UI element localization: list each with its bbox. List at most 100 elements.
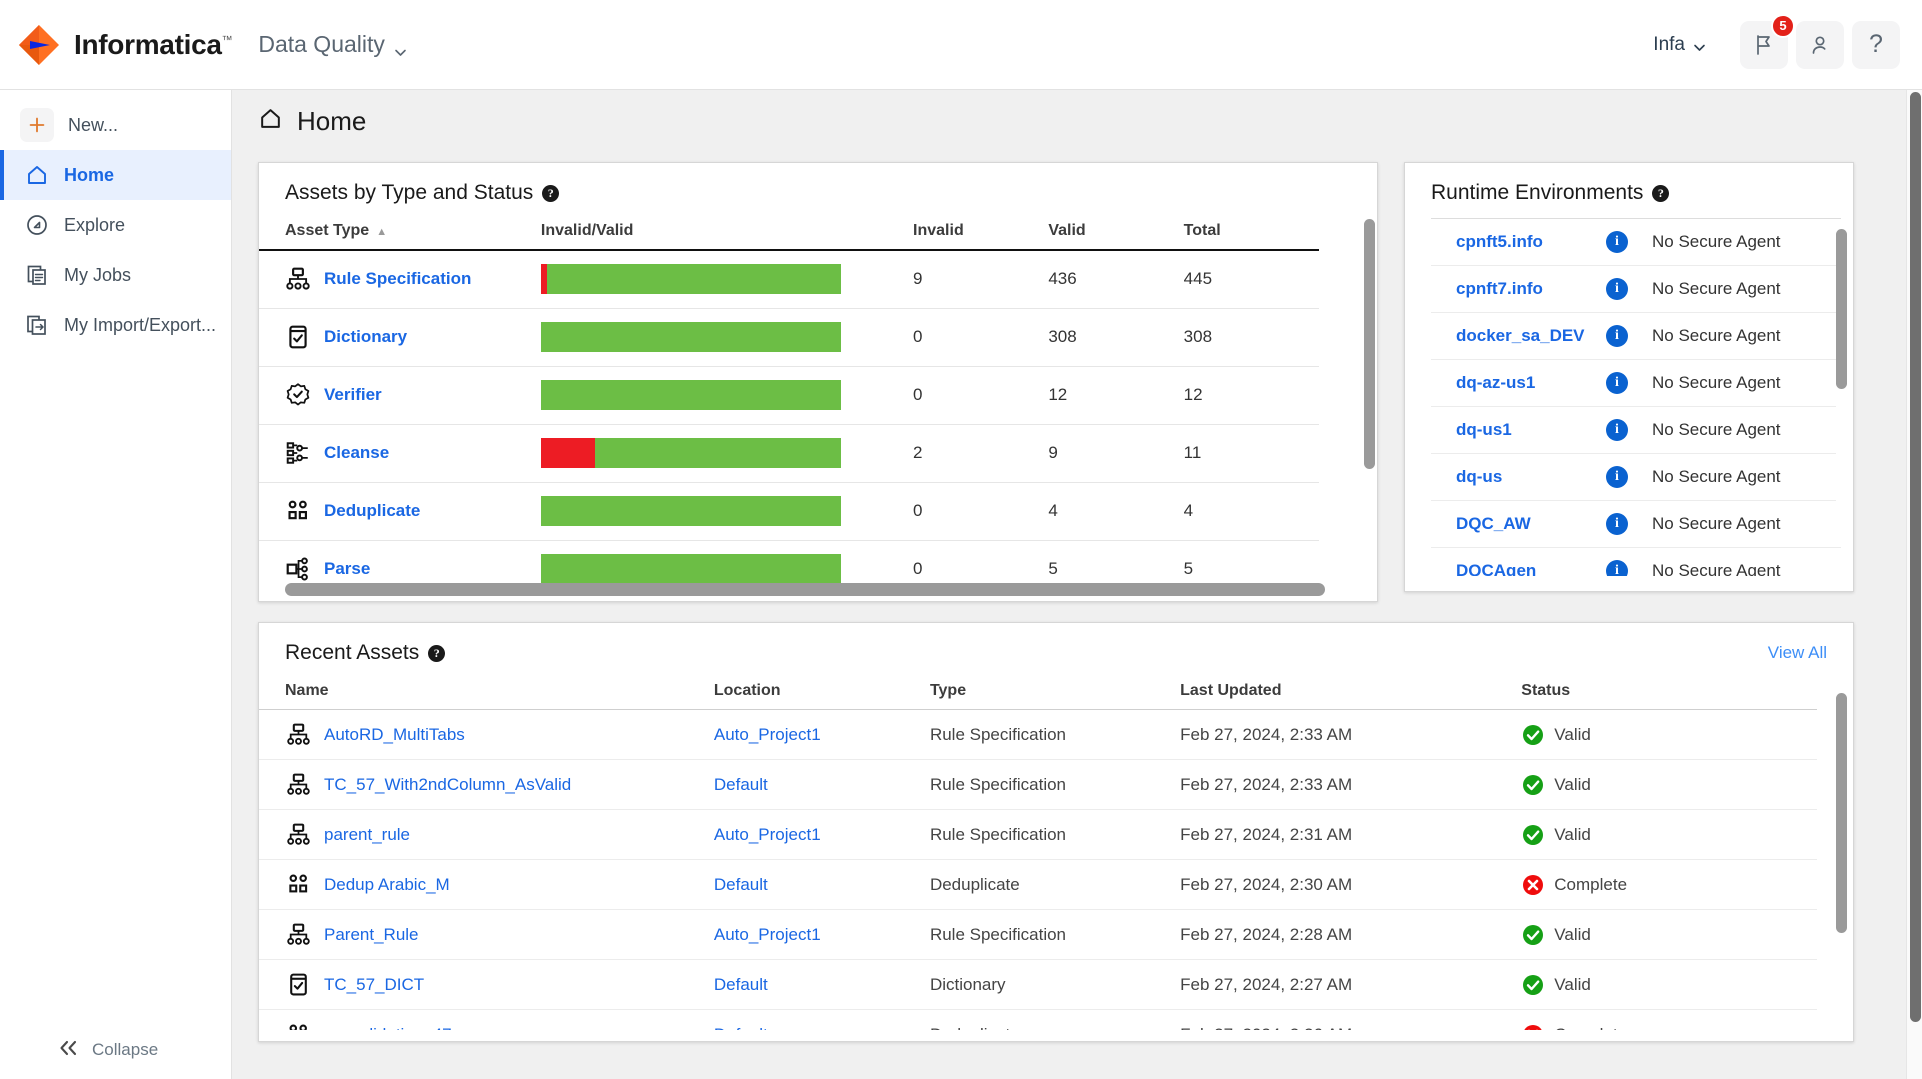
info-icon[interactable]: i xyxy=(1606,466,1628,488)
asset-name-cell: TC_57_With2ndColumn_AsValid xyxy=(259,759,714,810)
sidebar-collapse-label: Collapse xyxy=(92,1040,159,1059)
asset-location-link[interactable]: Default xyxy=(714,1025,768,1031)
asset-name-link[interactable]: AutoRD_MultiTabs xyxy=(324,725,465,745)
asset-location-link[interactable]: Auto_Project1 xyxy=(714,825,821,844)
column-header-type[interactable]: Type xyxy=(929,678,1181,710)
assets-vertical-scrollbar[interactable] xyxy=(1364,219,1375,535)
list-item[interactable]: cpnft7.info i No Secure Agent xyxy=(1431,266,1841,313)
bar-segment-valid xyxy=(595,438,841,468)
recent-vertical-scrollbar[interactable] xyxy=(1836,693,1847,993)
list-item[interactable]: docker_sa_DEV i No Secure Agent xyxy=(1431,313,1841,360)
info-icon[interactable]: i xyxy=(1606,372,1628,394)
runtime-environment-link[interactable]: DQC_AW xyxy=(1431,514,1606,534)
asset-location-link[interactable]: Default xyxy=(714,975,768,994)
help-icon[interactable]: ? xyxy=(542,184,560,202)
runtime-environment-link[interactable]: cpnft7.info xyxy=(1431,279,1606,299)
help-icon[interactable]: ? xyxy=(428,644,446,662)
table-row[interactable]: Dictionary 0 308 308 xyxy=(259,308,1319,367)
info-icon[interactable]: i xyxy=(1606,513,1628,535)
sidebar-collapse-button[interactable]: Collapse xyxy=(0,1021,231,1079)
runtime-environment-link[interactable]: cpnft5.info xyxy=(1431,232,1606,252)
service-selector[interactable]: Data Quality xyxy=(258,31,407,58)
list-item[interactable]: DQC_AW i No Secure Agent xyxy=(1431,501,1841,548)
sidebar-item-my-jobs[interactable]: My Jobs xyxy=(0,250,231,300)
runtime-vertical-scrollbar[interactable] xyxy=(1836,229,1847,529)
brand-area: Informatica™ Data Quality xyxy=(18,24,407,66)
page-scrollbar-thumb[interactable] xyxy=(1910,92,1921,1022)
list-item[interactable]: dq-az-us1 i No Secure Agent xyxy=(1431,360,1841,407)
org-selector[interactable]: Infa xyxy=(1653,34,1706,56)
runtime-environment-link[interactable]: dq-us1 xyxy=(1431,420,1606,440)
table-row[interactable]: Cleanse 2 9 11 xyxy=(259,424,1319,483)
asset-name-link[interactable]: TC_57_DICT xyxy=(324,975,424,995)
table-row[interactable]: TC_57_With2ndColumn_AsValid Default Rule S… xyxy=(259,759,1817,810)
asset-name-link[interactable]: consolidation_47 xyxy=(324,1025,452,1031)
column-header-invalid[interactable]: Invalid xyxy=(913,218,1049,251)
rule-specification-icon xyxy=(285,772,311,798)
column-header-name[interactable]: Name xyxy=(259,678,714,710)
runtime-environment-link[interactable]: docker_sa_DEV xyxy=(1431,326,1606,346)
table-row[interactable]: Verifier 0 12 12 xyxy=(259,366,1319,425)
column-header-status[interactable]: Status xyxy=(1521,678,1817,710)
page-vertical-scrollbar[interactable] xyxy=(1906,90,1922,1079)
asset-name-link[interactable]: Parent_Rule xyxy=(324,925,419,945)
assets-horizontal-scrollbar[interactable] xyxy=(285,583,1363,596)
sidebar-item-new[interactable]: New... xyxy=(0,100,231,150)
view-all-link[interactable]: View All xyxy=(1768,643,1827,663)
asset-type-link[interactable]: Dictionary xyxy=(324,327,407,347)
table-row[interactable]: consolidation_47 Default DeduplicateFeb 27… xyxy=(259,1009,1817,1031)
column-header-asset-type[interactable]: Asset Type ▲ xyxy=(259,218,541,251)
dictionary-icon xyxy=(285,972,311,998)
user-account-button[interactable] xyxy=(1796,20,1844,69)
dictionary-icon xyxy=(285,324,311,350)
asset-name-link[interactable]: parent_rule xyxy=(324,825,410,845)
info-icon[interactable]: i xyxy=(1606,419,1628,441)
sidebar-item-home[interactable]: Home xyxy=(0,150,231,200)
asset-name-link[interactable]: Dedup Arabic_M xyxy=(324,875,450,895)
notifications-button[interactable]: 5 xyxy=(1740,13,1795,69)
help-icon[interactable]: ? xyxy=(1652,184,1670,202)
asset-type-link[interactable]: Rule Specification xyxy=(324,269,471,289)
asset-type-link[interactable]: Deduplicate xyxy=(324,501,420,521)
table-row[interactable]: Rule Specification 9 436 445 xyxy=(259,250,1319,309)
column-header-last-updated[interactable]: Last Updated xyxy=(1180,678,1522,710)
asset-location-link[interactable]: Auto_Project1 xyxy=(714,925,821,944)
asset-location-link[interactable]: Default xyxy=(714,875,768,894)
list-item[interactable]: dq-us1 i No Secure Agent xyxy=(1431,407,1841,454)
runtime-environment-link[interactable]: dq-az-us1 xyxy=(1431,373,1606,393)
info-icon[interactable]: i xyxy=(1606,278,1628,300)
asset-name-link[interactable]: TC_57_With2ndColumn_AsValid xyxy=(324,775,571,795)
table-row[interactable]: AutoRD_MultiTabs Auto_Project1 Rule Specif… xyxy=(259,709,1817,760)
asset-type-link[interactable]: Cleanse xyxy=(324,443,389,463)
help-button[interactable]: ? xyxy=(1852,20,1900,69)
invalid-count: 2 xyxy=(913,424,1049,483)
column-header-invalid-valid[interactable]: Invalid/Valid xyxy=(540,218,914,251)
error-x-icon xyxy=(1521,1023,1545,1030)
stacked-bar xyxy=(540,496,841,526)
column-header-location[interactable]: Location xyxy=(713,678,930,710)
column-header-valid[interactable]: Valid xyxy=(1048,218,1184,251)
asset-location-link[interactable]: Auto_Project1 xyxy=(714,725,821,744)
table-row[interactable]: TC_57_DICT Default Dictionary Feb 27, 2024,… xyxy=(259,959,1817,1010)
asset-location-link[interactable]: Default xyxy=(714,775,768,794)
list-item[interactable]: dq-us i No Secure Agent xyxy=(1431,454,1841,501)
runtime-environment-link[interactable]: dq-us xyxy=(1431,467,1606,487)
info-icon[interactable]: i xyxy=(1606,325,1628,347)
asset-name-cell: Dedup Arabic_M xyxy=(259,859,714,910)
list-item[interactable]: cpnft5.info i No Secure Agent xyxy=(1431,219,1841,266)
table-row[interactable]: Dedup Arabic_M Default Deduplicate Feb 27, … xyxy=(259,859,1817,910)
asset-type-link[interactable]: Verifier xyxy=(324,385,382,405)
sidebar-item-my-import-export[interactable]: My Import/Export... xyxy=(0,300,231,350)
list-item[interactable]: DQCAgen i No Secure Agent xyxy=(1431,548,1841,576)
sidebar-item-explore[interactable]: Explore xyxy=(0,200,231,250)
info-icon[interactable]: i xyxy=(1606,560,1628,576)
table-row[interactable]: parent_rule Auto_Project1 Rule Specificati… xyxy=(259,809,1817,860)
runtime-environment-link[interactable]: DQCAgen xyxy=(1431,561,1606,576)
table-row[interactable]: Parent_Rule Auto_Project1 Rule Specificati… xyxy=(259,909,1817,960)
asset-type-link[interactable]: Parse xyxy=(324,559,370,579)
status-badge: Valid xyxy=(1521,823,1817,847)
info-icon[interactable]: i xyxy=(1606,231,1628,253)
recent-assets-panel: Recent Assets ? View All Name Location T… xyxy=(258,622,1854,1042)
column-header-total[interactable]: Total xyxy=(1183,218,1319,251)
table-row[interactable]: Deduplicate 0 4 4 xyxy=(259,482,1319,541)
